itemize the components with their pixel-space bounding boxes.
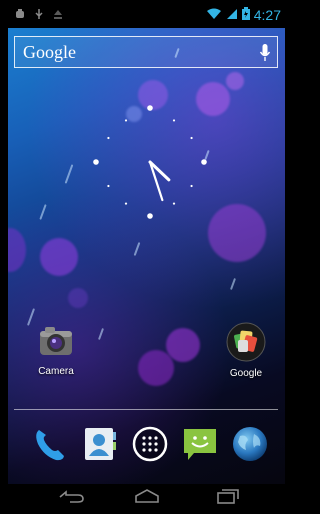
status-time: 4:27: [253, 7, 281, 23]
camera-label: Camera: [38, 366, 74, 377]
status-bar: 4:27: [8, 4, 285, 28]
contacts-app[interactable]: [80, 424, 120, 464]
phone-app[interactable]: [30, 424, 70, 464]
clock-minor-marker: [124, 202, 128, 205]
browser-app[interactable]: [230, 424, 270, 464]
mic-icon[interactable]: [259, 43, 271, 63]
clock-minor-marker: [124, 119, 128, 122]
google-search-bar[interactable]: Google: [14, 36, 278, 68]
dock-divider: [14, 409, 278, 410]
app-drawer-icon: [130, 426, 170, 468]
camera-app[interactable]: Camera: [24, 322, 88, 377]
clock-minor-marker: [190, 136, 193, 140]
clock-minor-marker: [107, 184, 110, 188]
messaging-icon: [180, 429, 220, 468]
phone-icon: [30, 430, 70, 468]
wallpaper: [8, 28, 285, 484]
analog-clock[interactable]: [88, 100, 212, 224]
clock-face: [93, 105, 207, 219]
home-screen: 4:27 Google Camera Google: [8, 4, 285, 508]
home-icon[interactable]: [130, 487, 164, 505]
upload-icon: [52, 8, 64, 23]
usb-icon: [34, 8, 44, 23]
browser-icon: [230, 427, 270, 468]
messaging-app[interactable]: [180, 424, 220, 464]
clock-major-marker: [147, 105, 153, 111]
google-folder[interactable]: Google: [214, 322, 278, 379]
battery-icon: [241, 7, 250, 23]
clock-minor-marker: [107, 136, 110, 140]
wifi-icon: [206, 8, 222, 23]
all-apps-button[interactable]: [130, 424, 170, 464]
clock-minor-marker: [190, 184, 193, 188]
clock-minor-marker: [172, 202, 176, 205]
back-icon[interactable]: [54, 487, 88, 505]
clock-minor-marker: [172, 119, 176, 122]
signal-icon: [226, 8, 238, 23]
contacts-icon: [80, 428, 120, 468]
clock-major-marker: [93, 159, 99, 165]
search-label: Google: [23, 41, 76, 62]
recents-icon[interactable]: [208, 487, 242, 505]
camera-icon: [37, 327, 75, 364]
navigation-bar: [8, 484, 285, 508]
google-folder-icon: [226, 322, 266, 366]
google-label: Google: [229, 368, 263, 379]
android-debug-icon: [14, 8, 26, 23]
clock-major-marker: [147, 213, 153, 219]
clock-major-marker: [201, 159, 207, 165]
